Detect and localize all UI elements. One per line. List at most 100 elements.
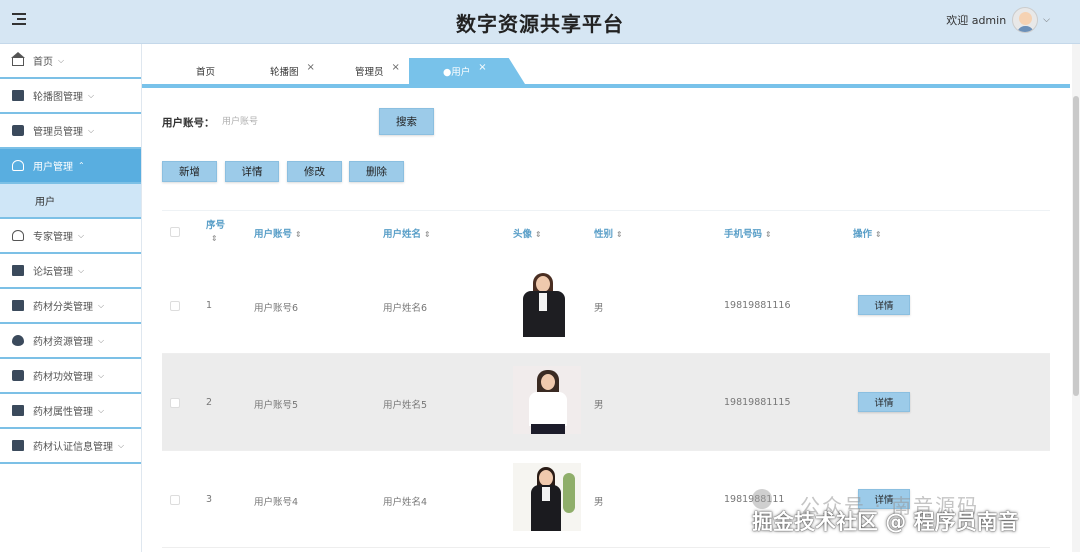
close-icon[interactable]: ×: [478, 62, 486, 73]
close-icon[interactable]: ×: [307, 62, 315, 73]
cell-name: 用户姓名4: [383, 497, 428, 508]
tab-carousel[interactable]: 轮播图 ×: [270, 58, 315, 84]
sidebar-item-admins[interactable]: 管理员管理 ⌵: [0, 114, 141, 149]
sidebar-item-label: 论坛管理: [33, 267, 73, 278]
top-header: 数字资源共享平台 欢迎 admin ⌵: [0, 0, 1080, 44]
column-label: 手机号码: [724, 229, 763, 240]
avatar-photo: [513, 366, 581, 434]
column-header-account[interactable]: 用户账号 ⇕: [254, 228, 302, 241]
page-scrollbar[interactable]: [1072, 44, 1080, 552]
image-icon: [12, 90, 24, 101]
sidebar-item-label: 管理员管理: [33, 127, 83, 138]
home-icon: [11, 52, 25, 66]
row-detail-button[interactable]: 详情: [858, 295, 910, 315]
column-header-actions: 操作 ⇕: [853, 228, 882, 241]
chevron-down-icon: ⌵: [58, 55, 65, 65]
sort-icon[interactable]: ⇕: [424, 230, 431, 239]
sidebar-item-users[interactable]: 用户管理 ⌃: [0, 149, 141, 184]
cell-name: 用户姓名6: [383, 303, 428, 314]
detail-button[interactable]: 详情: [225, 161, 279, 182]
scrollbar-thumb[interactable]: [1073, 96, 1079, 396]
avatar[interactable]: [1012, 7, 1039, 33]
sidebar-item-herb-attribute[interactable]: 药材属性管理 ⌵: [0, 394, 141, 429]
column-label: 操作: [853, 229, 873, 240]
search-input[interactable]: [222, 110, 367, 134]
sidebar-item-label: 轮播图管理: [33, 92, 83, 103]
table-row[interactable]: 1 用户账号6 用户姓名6 男 19819881116 详情: [162, 257, 1050, 354]
forum-icon: [12, 265, 24, 276]
column-header-phone[interactable]: 手机号码 ⇕: [724, 228, 772, 241]
sidebar-item-label: 药材认证信息管理: [33, 442, 113, 453]
watermark-community: 掘金技术社区 @ 程序员南音: [752, 510, 1019, 534]
cell-account: 用户账号4: [254, 497, 299, 508]
sidebar-item-herb-certification[interactable]: 药材认证信息管理 ⌵: [0, 429, 141, 464]
edit-button[interactable]: 修改: [287, 161, 342, 182]
chevron-down-icon: ⌵: [78, 265, 85, 275]
sort-icon[interactable]: ⇕: [211, 234, 218, 243]
sidebar-item-herb-resource[interactable]: 药材资源管理 ⌵: [0, 324, 141, 359]
sidebar-item-herb-efficacy[interactable]: 药材功效管理 ⌵: [0, 359, 141, 394]
tab-user[interactable]: ●用户 ×: [409, 58, 525, 84]
sidebar-item-herb-category[interactable]: 药材分类管理 ⌵: [0, 289, 141, 324]
user-menu[interactable]: 欢迎 admin ⌵: [946, 5, 1050, 35]
sidebar-item-forum[interactable]: 论坛管理 ⌵: [0, 254, 141, 289]
chevron-down-icon: ⌵: [118, 440, 125, 450]
tab-admin[interactable]: 管理员 ×: [355, 58, 400, 84]
sidebar-item-carousel[interactable]: 轮播图管理 ⌵: [0, 79, 141, 114]
sidebar-subitem-user[interactable]: 用户: [0, 184, 141, 219]
drop-icon: [12, 335, 24, 346]
search-label: 用户账号：: [162, 117, 215, 129]
sidebar-item-label: 药材分类管理: [33, 302, 93, 313]
sidebar-item-label: 药材功效管理: [33, 372, 93, 383]
chevron-up-icon: ⌃: [78, 161, 85, 170]
sidebar: 首页 ⌵ 轮播图管理 ⌵ 管理员管理 ⌵ 用户管理 ⌃ 用户 专家管理 ⌵ 论坛…: [0, 44, 142, 552]
sort-icon[interactable]: ⇕: [765, 230, 772, 239]
cell-phone: 19819881116: [724, 300, 791, 311]
row-checkbox[interactable]: [170, 301, 180, 311]
close-icon[interactable]: ×: [392, 62, 400, 73]
column-label: 头像: [513, 229, 533, 240]
sort-icon[interactable]: ⇕: [616, 230, 623, 239]
tab-label: 管理员: [355, 67, 384, 78]
chevron-down-icon[interactable]: ⌵: [1043, 15, 1050, 25]
select-all-checkbox[interactable]: [170, 227, 180, 237]
tab-home[interactable]: 首页: [196, 58, 215, 84]
user-icon: [12, 160, 24, 171]
cell-gender: 男: [594, 497, 604, 508]
sort-icon[interactable]: ⇕: [875, 230, 882, 239]
column-header-gender[interactable]: 性别 ⇕: [594, 228, 623, 241]
cell-name: 用户姓名5: [383, 400, 428, 411]
chevron-down-icon: ⌵: [98, 405, 105, 415]
table-row[interactable]: 2 用户账号5 用户姓名5 男 19819881115 详情: [162, 354, 1050, 451]
cell-account: 用户账号6: [254, 303, 299, 314]
card-icon: [12, 440, 24, 451]
welcome-text: 欢迎 admin: [946, 14, 1007, 27]
column-label: 用户账号: [254, 229, 293, 240]
cell-phone: 19819881115: [724, 397, 791, 408]
column-header-name[interactable]: 用户姓名 ⇕: [383, 228, 431, 241]
tab-label: 首页: [196, 67, 216, 78]
cell-gender: 男: [594, 303, 604, 314]
sidebar-item-label: 用户管理: [33, 162, 73, 173]
row-checkbox[interactable]: [170, 495, 180, 505]
search-button[interactable]: 搜索: [379, 108, 434, 135]
row-detail-button[interactable]: 详情: [858, 392, 910, 412]
tab-underline: [142, 84, 1070, 88]
row-checkbox[interactable]: [170, 398, 180, 408]
sort-icon[interactable]: ⇕: [295, 230, 302, 239]
tab-label: ●用户: [443, 67, 471, 78]
delete-button[interactable]: 删除: [349, 161, 404, 182]
book-icon: [12, 300, 24, 311]
chevron-down-icon: ⌵: [98, 300, 105, 310]
app-title: 数字资源共享平台: [456, 12, 624, 36]
add-button[interactable]: 新增: [162, 161, 217, 182]
sort-icon[interactable]: ⇕: [535, 230, 542, 239]
cell-account: 用户账号5: [254, 400, 299, 411]
cell-gender: 男: [594, 400, 604, 411]
column-header-index[interactable]: 序号 ⇕: [206, 219, 225, 245]
sidebar-item-experts[interactable]: 专家管理 ⌵: [0, 219, 141, 254]
column-header-avatar[interactable]: 头像 ⇕: [513, 228, 542, 241]
cell-index: 2: [206, 397, 213, 408]
sidebar-item-home[interactable]: 首页 ⌵: [0, 44, 141, 79]
sidebar-item-label: 专家管理: [33, 232, 73, 243]
